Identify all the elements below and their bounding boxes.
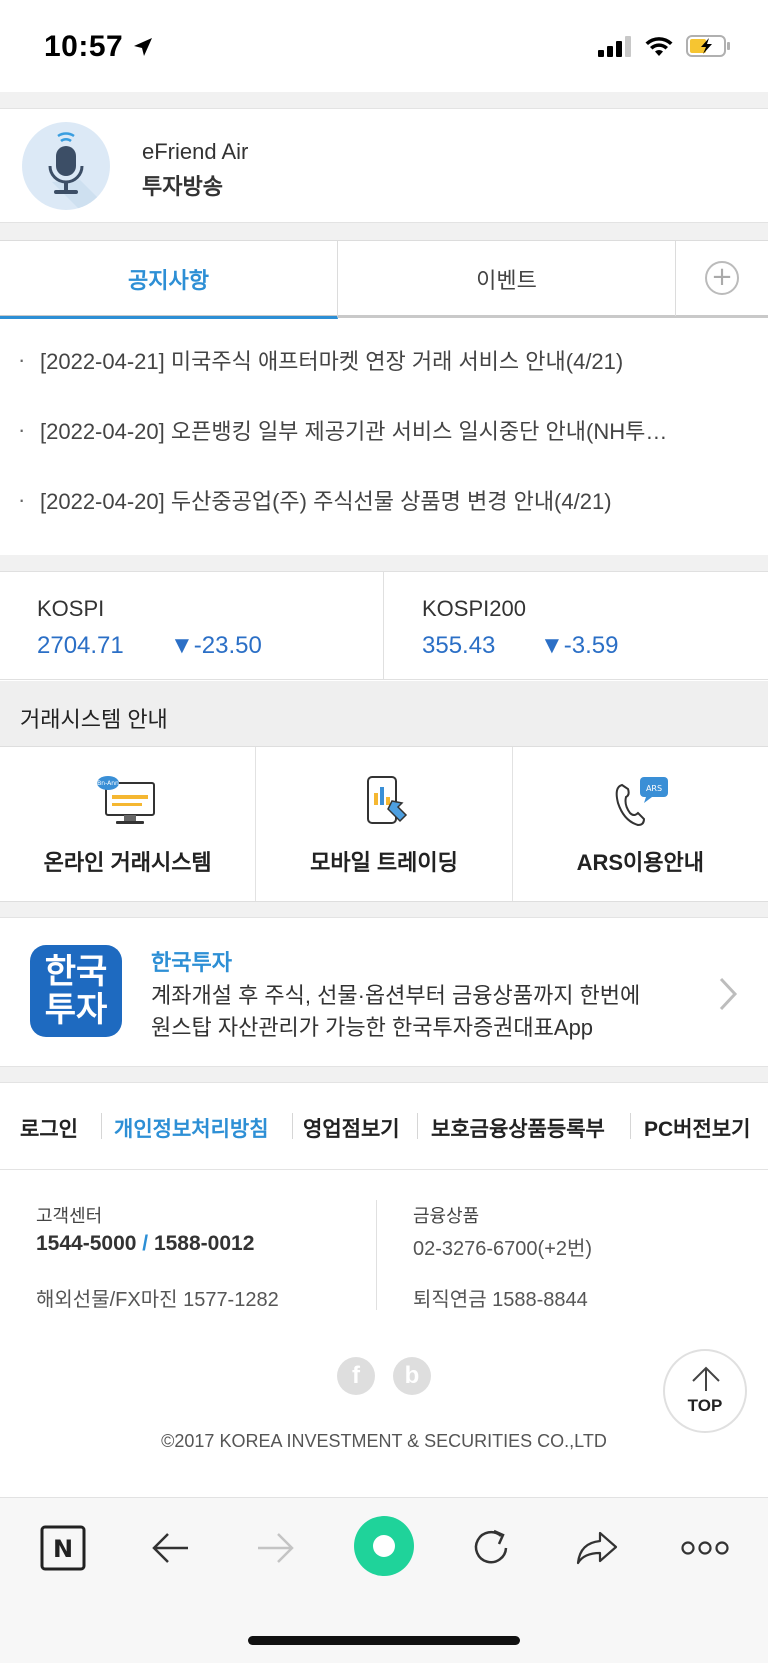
spacer [0,1067,768,1082]
index-panel: KOSPI 2704.71 ▼-23.50 KOSPI200 355.43 ▼-… [0,571,768,680]
more-icon[interactable] [680,1525,730,1571]
financial-products-phone[interactable]: 02-3276-6700(+2번) [413,1232,592,1261]
microphone-icon [48,132,110,210]
forward-arrow-icon[interactable] [256,1525,296,1571]
index-change: ▼-23.50 [170,632,262,659]
bullet: · [18,347,26,372]
top-label: TOP [687,1396,723,1415]
home-indicator [248,1636,520,1645]
index-kospi200[interactable]: KOSPI200 355.43 ▼-3.59 [384,572,768,679]
tab-events[interactable]: 이벤트 [338,241,676,316]
login-link[interactable]: 로그인 [20,1113,78,1143]
notice-item[interactable]: · [2022-04-20] 두산중공업(주) 주식선물 상품명 변경 안내(4… [18,480,758,520]
index-change: ▼-3.59 [540,632,619,659]
customer-center-phone[interactable]: 1544-5000 / 1588-0012 [36,1232,254,1256]
spacer [0,92,768,108]
status-icons [598,34,732,58]
app-description-line2: 원스탑 자산관리가 가능한 한국투자증권대표App [151,1015,594,1040]
battery-charging-icon [686,35,730,57]
mobile-tap-icon [366,776,408,824]
divider [630,1113,631,1139]
index-name: KOSPI200 [422,596,526,621]
spacer [0,555,768,571]
spacer [0,902,768,917]
branches-link[interactable]: 영업점보기 [303,1113,400,1143]
arrow-up-icon [692,1366,720,1391]
phone-separator: / [136,1232,154,1255]
ars-badge: ARS [646,784,662,793]
customer-center-label: 고객센터 [36,1206,103,1226]
privacy-policy-link[interactable]: 개인정보처리방침 [114,1113,269,1143]
customer-center-phone2: 1588-0012 [153,1232,255,1255]
notice-text: [2022-04-20] 두산중공업(주) 주식선물 상품명 변경 안내(4/2… [40,489,612,514]
ars-guide-button[interactable]: ARS ARS이용안내 [513,747,768,901]
bullet: · [18,417,26,442]
protected-products-link[interactable]: 보호금융상품등록부 [431,1113,605,1143]
index-name: KOSPI [37,596,105,621]
mobile-trading-button[interactable]: 모바일 트레이딩 [256,747,513,901]
retirement-pension-phone[interactable]: 퇴직연금 1588-8844 [413,1283,588,1312]
notice-text: [2022-04-20] 오픈뱅킹 일부 제공기관 서비스 일시중단 안내(NH… [40,419,668,444]
contact-info: 고객센터 1544-5000 / 1588-0012 해외선물/FX마진 157… [0,1170,768,1312]
app-name: 한국투자 [151,950,232,975]
scroll-top-button[interactable]: TOP [663,1349,747,1433]
divider [292,1113,293,1139]
wifi-icon [645,37,673,56]
app-description-line1: 계좌개설 후 주식, 선물·옵션부터 금융상품까지 한번에 [151,983,641,1008]
cellular-signal-icon [598,36,631,57]
broadcast-icon-circle [22,122,110,210]
sys-label: ARS이용안내 [576,850,705,875]
blog-icon[interactable]: b [393,1357,431,1395]
notice-item[interactable]: · [2022-04-20] 오픈뱅킹 일부 제공기관 서비스 일시중단 안내(… [18,410,758,450]
divider [417,1113,418,1139]
notice-list: · [2022-04-21] 미국주식 애프터마켓 연장 거래 서비스 안내(4… [0,320,768,555]
share-icon[interactable] [574,1525,620,1571]
notice-item[interactable]: · [2022-04-21] 미국주식 애프터마켓 연장 거래 서비스 안내(4… [18,340,758,380]
notice-text: [2022-04-21] 미국주식 애프터마켓 연장 거래 서비스 안내(4/2… [40,349,624,374]
tab-notices[interactable]: 공지사항 [0,241,338,319]
divider [376,1200,377,1310]
status-time: 10:57 [44,30,124,63]
divider [101,1113,102,1139]
chevron-right-icon [719,977,738,1011]
trading-systems: Bn-Ann 온라인 거래시스템 모바일 트레이딩 ARS ARS이용안내 [0,747,768,902]
copyright: ©2017 KOREA INVESTMENT & SECURITIES CO.,… [161,1431,607,1451]
customer-center-phone1: 1544-5000 [36,1232,137,1255]
naver-label: N [53,1535,73,1563]
bullet: · [18,487,26,512]
notice-tabs: 공지사항 이벤트 + [0,240,768,319]
section-heading: 거래시스템 안내 [0,681,768,747]
back-arrow-icon[interactable] [150,1525,190,1571]
pc-version-link[interactable]: PC버전보기 [644,1113,750,1143]
overseas-futures-phone[interactable]: 해외선물/FX마진 1577-1282 [36,1283,279,1312]
index-kospi[interactable]: KOSPI 2704.71 ▼-23.50 [0,572,383,679]
monitor-badge: Bn-Ann [97,780,119,787]
app-logo: 한국 투자 [30,945,122,1037]
plus-icon: + [705,261,739,295]
phone-ars-icon: ARS [616,777,669,827]
app-promo-banner[interactable]: 한국 투자 한국투자 계좌개설 후 주식, 선물·옵션부터 금융상품까지 한번에… [0,917,768,1067]
more-tab-button[interactable]: + [676,241,768,315]
index-value: 355.43 [422,632,496,659]
status-bar: 10:57 [0,0,768,92]
financial-products-label: 금융상품 [413,1206,480,1226]
footer-links: 로그인 개인정보처리방침 영업점보기 보호금융상품등록부 PC버전보기 [0,1082,768,1170]
desktop-monitor-icon: Bn-Ann [96,776,155,824]
refresh-icon[interactable] [468,1525,514,1571]
app-logo-line2: 투자 [44,991,108,1029]
broadcast-title: eFriend Air [142,139,249,164]
green-dot-icon[interactable] [353,1515,415,1577]
facebook-icon[interactable]: f [337,1357,375,1395]
index-value: 2704.71 [37,632,124,659]
sys-label: 온라인 거래시스템 [43,850,212,875]
section-title: 거래시스템 안내 [20,707,168,732]
location-arrow-icon [134,38,152,56]
broadcast-banner[interactable]: eFriend Air 투자방송 [0,108,768,223]
naver-icon[interactable]: N [40,1525,86,1571]
sys-label: 모바일 트레이딩 [310,850,458,875]
online-trading-system-button[interactable]: Bn-Ann 온라인 거래시스템 [0,747,257,901]
spacer [0,223,768,240]
broadcast-subtitle: 투자방송 [142,174,223,199]
app-logo-line1: 한국 [44,953,108,991]
